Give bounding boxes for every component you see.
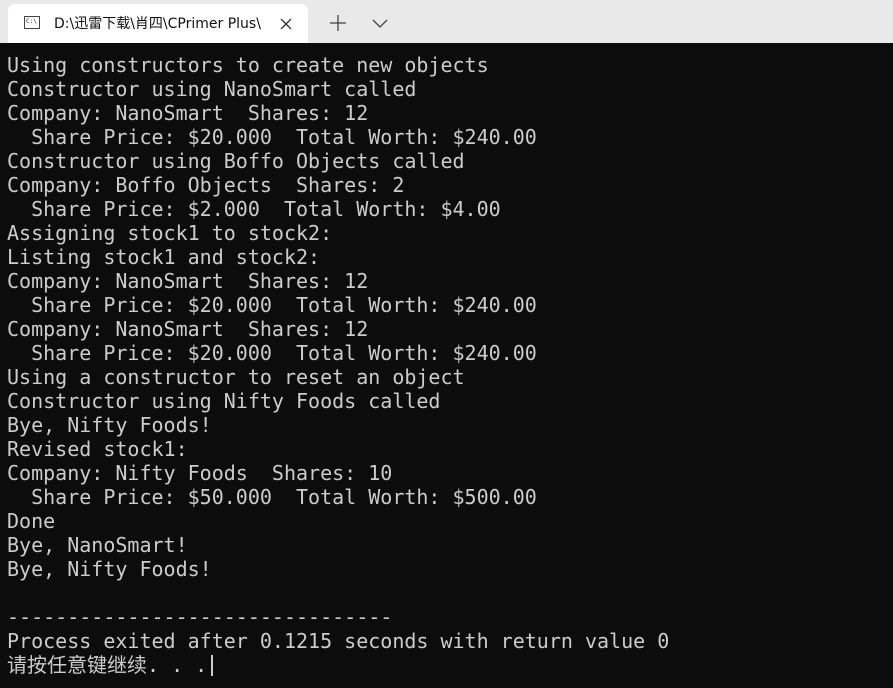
console-line: Revised stock1:	[7, 437, 188, 461]
terminal-window: C:\ D:\迅雷下载\肖四\CPrimer Plus\ Using const…	[0, 0, 893, 688]
console-output[interactable]: Using constructors to create new objects…	[0, 43, 893, 688]
console-line: Company: Nifty Foods Shares: 10	[7, 461, 393, 485]
close-tab-button[interactable]	[276, 14, 296, 34]
console-line: Done	[7, 509, 56, 533]
title-bar: C:\ D:\迅雷下载\肖四\CPrimer Plus\	[0, 0, 893, 43]
console-line: Share Price: $50.000 Total Worth: $500.0…	[7, 485, 537, 509]
console-line: Bye, NanoSmart!	[7, 533, 188, 557]
prompt-text: 请按任意键继续. . .	[7, 653, 208, 677]
close-icon	[280, 18, 292, 30]
console-line: Bye, Nifty Foods!	[7, 557, 212, 581]
tab-dropdown-button[interactable]	[368, 11, 392, 35]
console-app-icon: C:\	[24, 16, 40, 29]
console-line: Share Price: $20.000 Total Worth: $240.0…	[7, 341, 537, 365]
console-lines: Using constructors to create new objects…	[7, 53, 669, 677]
console-line: Bye, Nifty Foods!	[7, 413, 212, 437]
process-exit-line: Process exited after 0.1215 seconds with…	[7, 629, 670, 653]
tab-title: D:\迅雷下载\肖四\CPrimer Plus\	[54, 16, 261, 32]
press-any-key-prompt: 请按任意键继续. . .	[7, 653, 669, 677]
console-line: Using constructors to create new objects	[7, 53, 489, 77]
console-line: Share Price: $20.000 Total Worth: $240.0…	[7, 125, 537, 149]
new-tab-button[interactable]	[326, 11, 350, 35]
console-line: Company: Boffo Objects Shares: 2	[7, 173, 405, 197]
text-cursor	[211, 655, 214, 676]
console-line: Constructor using Boffo Objects called	[7, 149, 465, 173]
console-line: Company: NanoSmart Shares: 12	[7, 317, 369, 341]
tab-console[interactable]: C:\ D:\迅雷下载\肖四\CPrimer Plus\	[8, 4, 308, 43]
console-line: Assigning stock1 to stock2:	[7, 221, 333, 245]
chevron-down-icon	[372, 19, 388, 28]
console-line: Listing stock1 and stock2:	[7, 245, 321, 269]
separator-line: --------------------------------	[7, 605, 393, 629]
console-line: Share Price: $20.000 Total Worth: $240.0…	[7, 293, 537, 317]
console-line: Using a constructor to reset an object	[7, 365, 465, 389]
console-line: Constructor using Nifty Foods called	[7, 389, 441, 413]
console-line: Company: NanoSmart Shares: 12	[7, 101, 369, 125]
console-line: Share Price: $2.000 Total Worth: $4.00	[7, 197, 501, 221]
plus-icon	[330, 15, 346, 31]
console-line: Company: NanoSmart Shares: 12	[7, 269, 369, 293]
console-line: Constructor using NanoSmart called	[7, 77, 417, 101]
